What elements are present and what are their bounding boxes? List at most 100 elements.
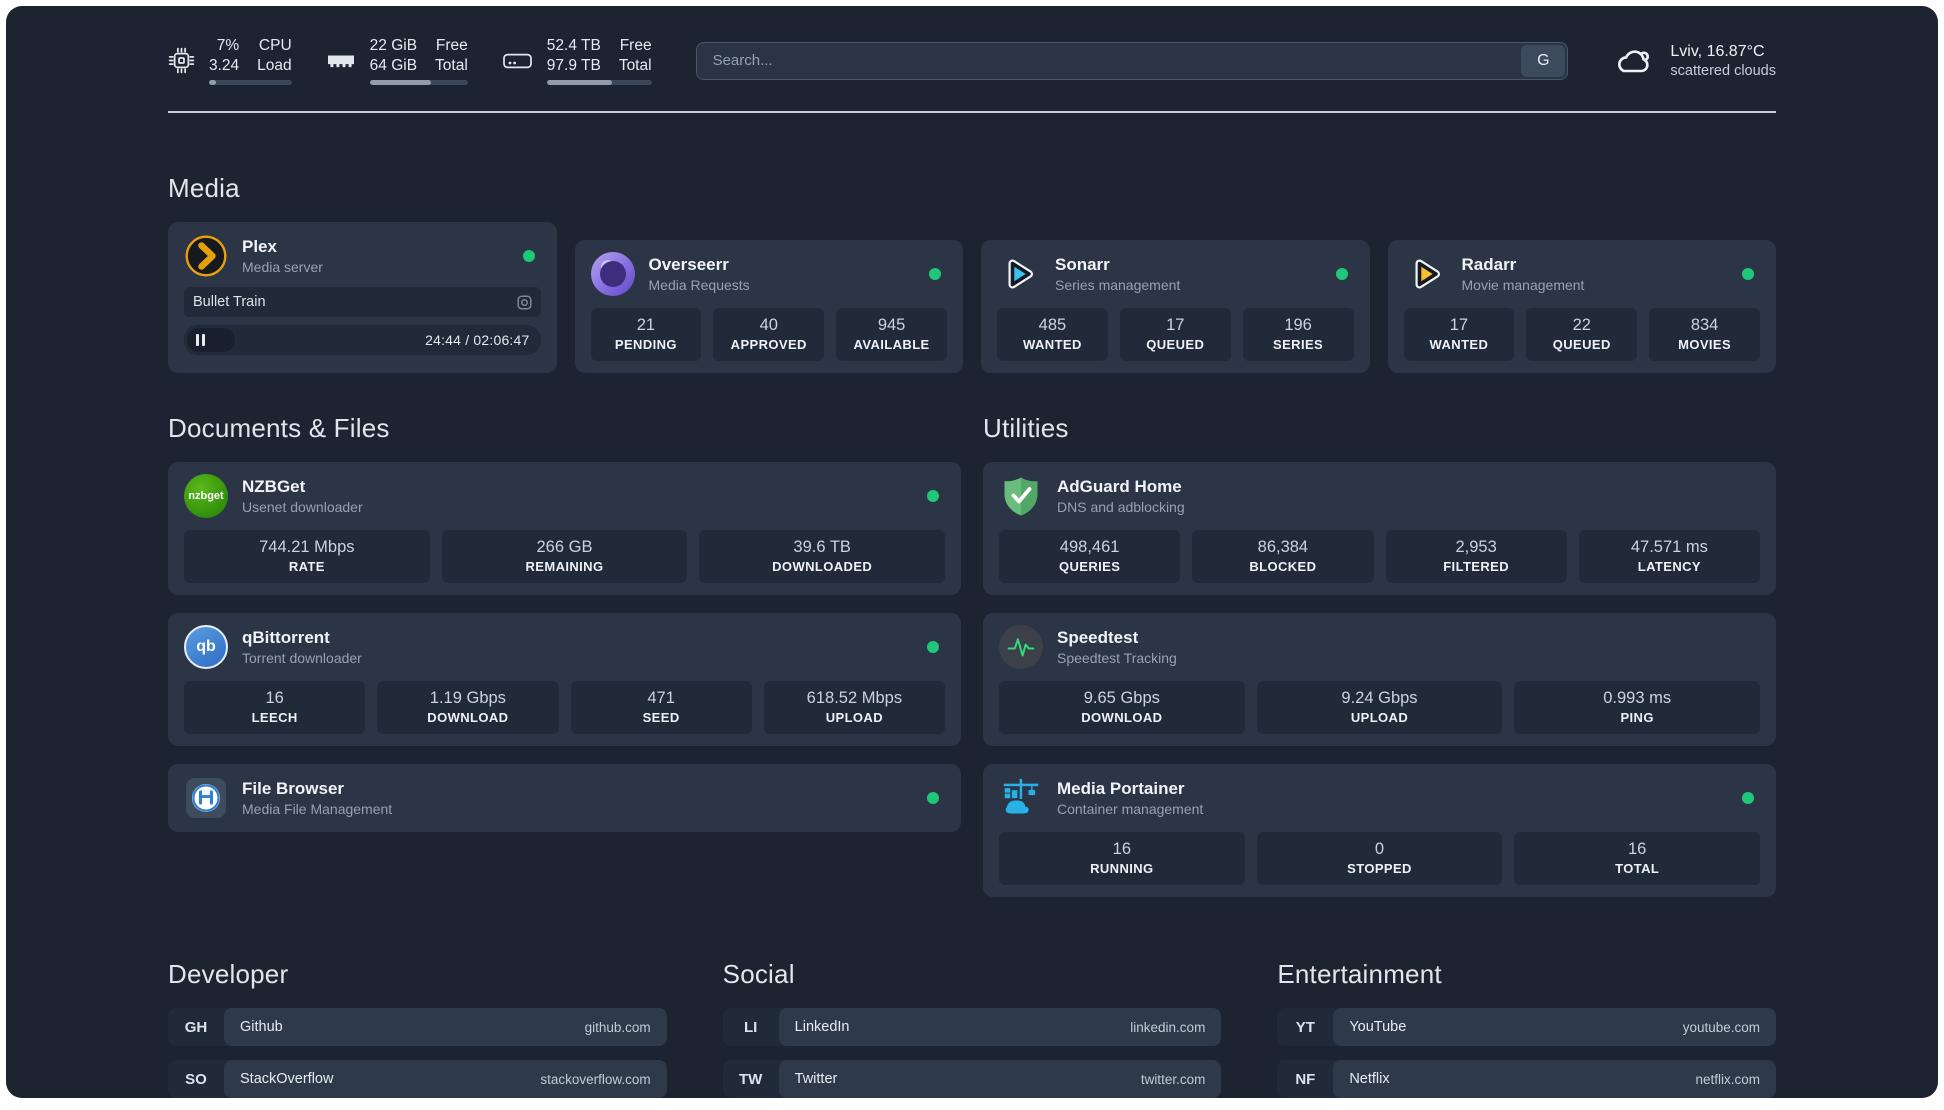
stat-tile: 17 QUEUED — [1119, 308, 1231, 362]
service-card-qbittorrent[interactable]: qb qBittorrent Torrent downloader 16 LEEC… — [168, 613, 961, 747]
service-card-filebrowser[interactable]: File Browser Media File Management — [168, 764, 961, 833]
radarr-icon — [1404, 252, 1448, 296]
bookmark-domain: github.com — [584, 1019, 651, 1035]
disk-free: 52.4 TB — [546, 37, 601, 54]
service-subtitle: Usenet downloader — [242, 499, 363, 516]
status-dot — [1742, 792, 1754, 805]
status-dot — [1335, 268, 1348, 281]
stat-tile: 618.52 Mbps UPLOAD — [763, 681, 945, 735]
adguard-icon — [999, 474, 1043, 518]
memory-stats: 22 GiB 64 GiB Free Total — [369, 36, 468, 86]
status-dot — [927, 490, 939, 503]
service-name: Sonarr — [1055, 255, 1110, 275]
bookmark-name: StackOverflow — [240, 1071, 334, 1088]
service-name: NZBGet — [242, 477, 306, 497]
memory-total: 64 GiB — [369, 57, 418, 75]
service-card-nzbget[interactable]: nzbget NZBGet Usenet downloader 744.21 M… — [168, 462, 961, 596]
cpu-usage-bar — [209, 80, 292, 86]
bookmark-youtube[interactable]: YT YouTube youtube.com — [1277, 1008, 1776, 1047]
weather-widget: Lviv, 16.87°C scattered clouds — [1612, 43, 1776, 79]
service-subtitle: Media File Management — [242, 801, 393, 818]
status-dot — [522, 250, 535, 263]
section-entertainment: Entertainment YT YouTube youtube.com NF N… — [1277, 959, 1776, 1098]
bookmark-domain: netflix.com — [1695, 1071, 1760, 1087]
bookmark-abbr: SO — [185, 1070, 207, 1088]
stat-tile: 744.21 Mbps RATE — [184, 530, 430, 584]
section-social: Social LI LinkedIn linkedin.com TW Twitte… — [722, 959, 1222, 1098]
cpu-percent: 7% — [216, 37, 240, 54]
bookmark-github[interactable]: GH Github github.com — [168, 1008, 667, 1047]
section-documents: Documents & Files nzbget NZBGet Usenet d… — [168, 413, 961, 833]
stat-tile: 945 AVAILABLE — [836, 308, 947, 362]
search-provider-button[interactable]: G — [1521, 44, 1566, 77]
service-card-sonarr[interactable]: Sonarr Series management 485 WANTED 17 QUE… — [981, 240, 1370, 374]
service-card-speedtest[interactable]: Speedtest Speedtest Tracking 9.65 Gbps DO… — [983, 613, 1776, 747]
sonarr-icon — [997, 252, 1041, 296]
service-name: Radarr — [1461, 255, 1517, 275]
status-dot — [927, 641, 939, 654]
service-card-radarr[interactable]: Radarr Movie management 17 WANTED 22 QUEUE… — [1387, 240, 1776, 374]
bookmark-netflix[interactable]: NF Netflix netflix.com — [1277, 1060, 1776, 1098]
service-subtitle: Media Requests — [648, 277, 750, 294]
service-subtitle: Series management — [1055, 277, 1181, 294]
memory-total-label: Total — [435, 57, 468, 75]
service-name: Media Portainer — [1057, 779, 1185, 799]
stat-tile: 40 APPROVED — [713, 308, 825, 362]
stat-tile: 17 WANTED — [1403, 308, 1515, 362]
service-subtitle: Movie management — [1461, 277, 1585, 294]
search-placeholder: Search... — [712, 52, 773, 70]
service-subtitle: Torrent downloader — [242, 650, 362, 667]
now-playing-title: Bullet Train — [193, 294, 266, 311]
memory-free-label: Free — [435, 37, 468, 54]
stat-tile: 0 STOPPED — [1256, 832, 1503, 886]
bookmark-stackoverflow[interactable]: SO StackOverflow stackoverflow.com — [168, 1060, 667, 1098]
resource-widgets: 7% 3.24 CPU Load 22 GiB 64 GiB Free Tota… — [168, 36, 652, 86]
service-card-portainer[interactable]: Media Portainer Container management 16 R… — [983, 764, 1776, 898]
section-media: Media Plex Media server Bullet Train 24:… — [168, 173, 1776, 374]
bookmark-twitter[interactable]: TW Twitter twitter.com — [722, 1060, 1222, 1098]
bookmark-domain: stackoverflow.com — [540, 1071, 651, 1087]
portainer-icon — [999, 776, 1043, 820]
service-subtitle: Media server — [242, 259, 323, 276]
service-name: qBittorrent — [242, 628, 330, 648]
section-developer: Developer GH Github github.com SO StackOv… — [168, 959, 667, 1098]
stat-tile: 16 RUNNING — [999, 832, 1245, 886]
service-card-plex[interactable]: Plex Media server Bullet Train 24:44 / 0… — [168, 222, 557, 374]
bookmark-domain: linkedin.com — [1130, 1019, 1206, 1035]
status-dot — [929, 268, 941, 281]
disk-free-label: Free — [619, 37, 652, 54]
bookmark-name: Github — [240, 1019, 283, 1036]
stat-tile: 39.6 TB DOWNLOADED — [699, 530, 945, 584]
cpu-icon — [168, 47, 195, 74]
section-title-social: Social — [722, 959, 795, 990]
service-name: AdGuard Home — [1057, 477, 1182, 497]
stat-tile: 47.571 ms LATENCY — [1578, 530, 1760, 584]
service-card-adguard[interactable]: AdGuard Home DNS and adblocking 498,461 Q… — [983, 462, 1776, 596]
service-name: Speedtest — [1057, 628, 1139, 648]
bookmark-abbr: LI — [743, 1018, 758, 1036]
player-time: 24:44 / 02:06:47 — [425, 332, 530, 349]
search-input[interactable]: Search... G — [695, 41, 1569, 80]
disk-stats: 52.4 TB 97.9 TB Free Total — [546, 36, 652, 86]
service-card-overseerr[interactable]: Overseerr Media Requests 21 PENDING 40 APP… — [574, 240, 963, 374]
cpu-stats-widget: 7% 3.24 CPU Load — [168, 36, 292, 86]
bookmark-abbr: NF — [1295, 1070, 1316, 1088]
stat-tile: 9.65 Gbps DOWNLOAD — [999, 681, 1245, 735]
bookmark-name: Netflix — [1349, 1071, 1390, 1088]
disk-usage-bar — [546, 80, 652, 86]
service-subtitle: DNS and adblocking — [1057, 499, 1185, 516]
bookmark-domain: youtube.com — [1682, 1019, 1760, 1035]
record-icon — [516, 295, 532, 310]
section-title-entertainment: Entertainment — [1277, 959, 1442, 990]
stat-tile: 471 SEED — [570, 681, 752, 735]
bookmark-linkedin[interactable]: LI LinkedIn linkedin.com — [722, 1008, 1222, 1047]
status-dot — [927, 792, 939, 805]
status-dot — [1742, 268, 1754, 281]
stat-tile: 196 SERIES — [1242, 308, 1354, 362]
weather-location: Lviv, 16.87°C — [1670, 42, 1765, 60]
memory-icon — [327, 55, 354, 67]
disk-total: 97.9 TB — [546, 57, 601, 75]
section-title-documents: Documents & Files — [168, 413, 390, 444]
stat-tile: 9.24 Gbps UPLOAD — [1256, 681, 1503, 735]
now-playing-row: Bullet Train — [184, 287, 541, 318]
